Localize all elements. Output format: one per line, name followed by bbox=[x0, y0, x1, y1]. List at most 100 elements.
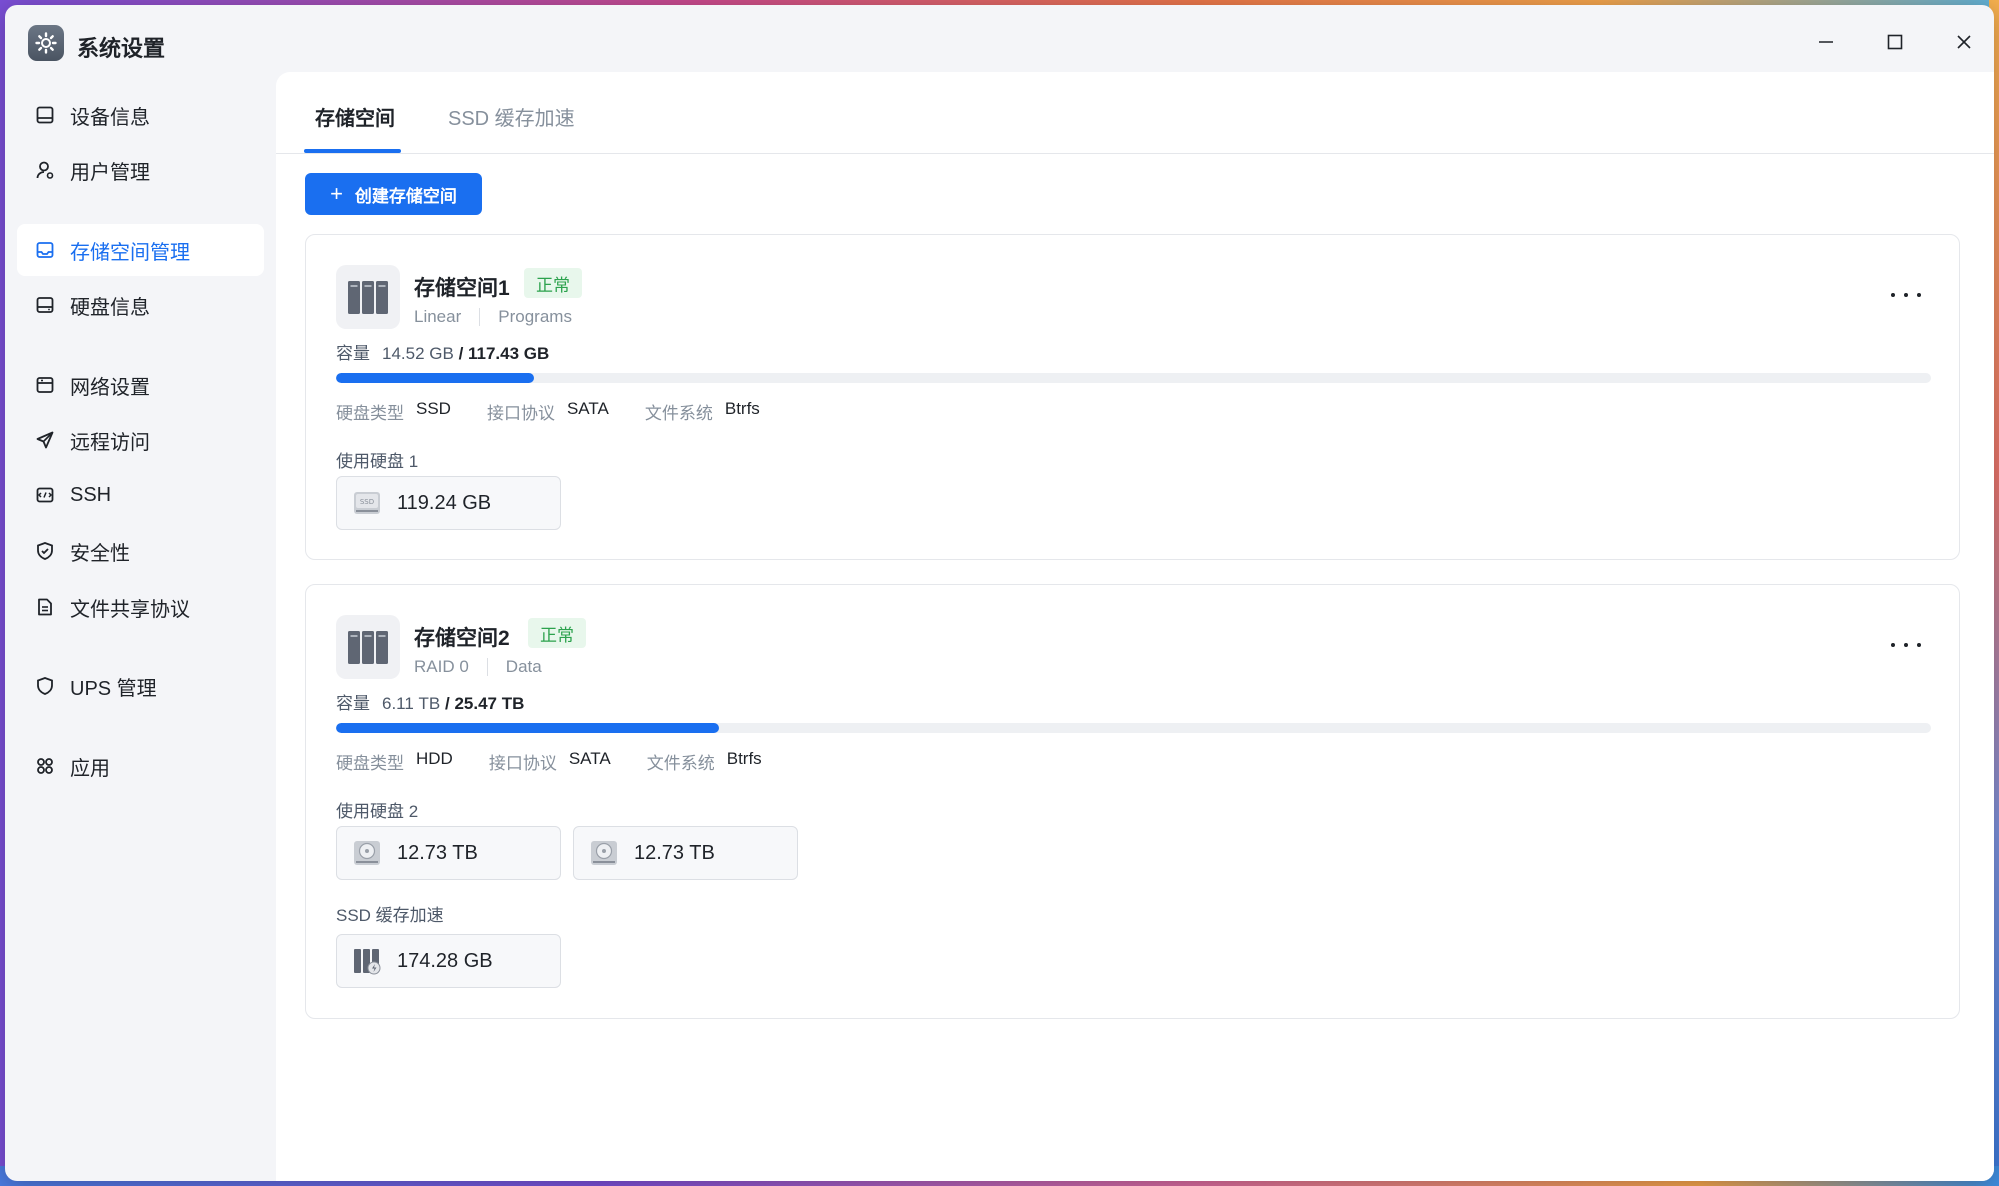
protocol-value: SATA bbox=[568, 749, 611, 768]
capacity-label: 容量 bbox=[336, 344, 370, 363]
create-storage-label: 创建存储空间 bbox=[354, 186, 457, 206]
ssd-cache-icon bbox=[351, 945, 383, 977]
storage-pool-card: 存储空间1 正常 Linear Programs 容量 14.52 GB / 11… bbox=[305, 234, 1960, 560]
status-badge: 正常 bbox=[524, 268, 582, 298]
sidebar-item-label: 应用 bbox=[70, 757, 110, 780]
filesystem-value: Btrfs bbox=[724, 399, 760, 418]
disk-size: 119.24 GB bbox=[397, 491, 492, 514]
more-options-button[interactable] bbox=[1891, 635, 1921, 655]
sidebar-item-apps[interactable]: 应用 bbox=[17, 740, 264, 792]
usage-bar bbox=[336, 373, 1931, 383]
cache-disk-chip[interactable]: 174.28 GB bbox=[336, 934, 561, 988]
volume-name: Data bbox=[505, 657, 542, 676]
disk-type-value: HDD bbox=[416, 749, 453, 768]
minimize-button[interactable] bbox=[1803, 19, 1849, 65]
raid-type: Linear bbox=[414, 307, 462, 326]
usage-bar bbox=[336, 723, 1931, 733]
usage-bar-fill bbox=[336, 373, 534, 383]
sidebar-item-label: SSH bbox=[70, 483, 112, 506]
storage-pool-icon bbox=[336, 615, 400, 679]
capacity-total: / 25.47 TB bbox=[445, 694, 525, 713]
tab-bar: 存储空间 SSD 缓存加速 bbox=[276, 72, 1994, 154]
sidebar-item-file-sharing[interactable]: 文件共享协议 bbox=[17, 581, 264, 633]
pool-properties: 硬盘类型 HDD 接口协议 SATA 文件系统 Btrfs bbox=[336, 749, 798, 774]
sidebar-item-security[interactable]: 安全性 bbox=[17, 525, 264, 577]
send-icon bbox=[34, 429, 56, 451]
sidebar-item-label: 远程访问 bbox=[70, 431, 150, 454]
filesystem-label: 文件系统 bbox=[646, 754, 715, 773]
terminal-icon bbox=[34, 484, 56, 506]
create-storage-button[interactable]: + 创建存储空间 bbox=[305, 173, 482, 215]
pool-name: 存储空间2 bbox=[414, 627, 510, 650]
sidebar-item-user-management[interactable]: 用户管理 bbox=[17, 144, 264, 196]
sidebar-item-label: 设备信息 bbox=[70, 106, 150, 129]
disk-type-label: 硬盘类型 bbox=[336, 754, 404, 773]
sidebar-item-ups-management[interactable]: UPS 管理 bbox=[17, 660, 264, 712]
hdd-icon bbox=[351, 837, 383, 869]
close-button[interactable] bbox=[1941, 19, 1987, 65]
user-icon bbox=[34, 159, 56, 181]
meta-divider bbox=[486, 658, 488, 676]
device-icon bbox=[34, 104, 56, 126]
storage-pool-icon bbox=[336, 265, 400, 329]
svg-text:SSD: SSD bbox=[360, 498, 374, 506]
sidebar: 设备信息 用户管理 存储空间管理 硬盘信息 网络设置 远程访问 SSH 安全性 bbox=[5, 77, 275, 1181]
more-dot bbox=[1904, 643, 1908, 647]
protocol-value: SATA bbox=[566, 399, 609, 418]
storage-icon bbox=[34, 239, 56, 261]
sidebar-item-label: 存储空间管理 bbox=[70, 241, 190, 264]
sidebar-item-label: 硬盘信息 bbox=[70, 296, 150, 319]
more-dot bbox=[1904, 293, 1908, 297]
sidebar-item-label: 用户管理 bbox=[70, 161, 150, 184]
raid-type: RAID 0 bbox=[414, 657, 469, 676]
pool-meta: RAID 0 Data bbox=[414, 657, 542, 677]
disk-type-label: 硬盘类型 bbox=[336, 404, 404, 423]
sidebar-item-label: UPS 管理 bbox=[70, 677, 157, 700]
tab-ssd-cache[interactable]: SSD 缓存加速 bbox=[448, 102, 575, 131]
capacity-line: 容量 14.52 GB / 117.43 GB bbox=[336, 339, 549, 364]
disk-chip[interactable]: SSD 119.24 GB bbox=[336, 476, 561, 530]
window-title: 系统设置 bbox=[77, 36, 166, 61]
status-badge: 正常 bbox=[528, 618, 586, 648]
shield-icon bbox=[34, 675, 56, 697]
apps-icon bbox=[34, 755, 56, 777]
capacity-label: 容量 bbox=[336, 694, 370, 713]
close-icon bbox=[1957, 35, 1971, 49]
sidebar-item-label: 网络设置 bbox=[70, 376, 150, 399]
sidebar-item-network-settings[interactable]: 网络设置 bbox=[17, 359, 264, 411]
settings-window: 系统设置 设备信息 用户管理 存储空间管理 硬盘信息 网络设置 远程访问 SSH… bbox=[5, 5, 1994, 1181]
minimize-icon bbox=[1819, 41, 1833, 43]
gear-icon bbox=[28, 25, 64, 61]
tab-storage-space[interactable]: 存储空间 bbox=[315, 102, 395, 131]
disk-type-value: SSD bbox=[416, 399, 451, 418]
sidebar-item-device-info[interactable]: 设备信息 bbox=[17, 89, 264, 141]
sidebar-item-ssh[interactable]: SSH bbox=[17, 469, 264, 521]
protocol-label: 接口协议 bbox=[488, 754, 557, 773]
volume-name: Programs bbox=[498, 307, 572, 326]
plus-icon: + bbox=[330, 181, 343, 206]
maximize-icon bbox=[1887, 34, 1903, 50]
active-tab-indicator bbox=[304, 149, 401, 153]
used-disks-label: 使用硬盘 1 bbox=[336, 452, 419, 471]
capacity-total: / 117.43 GB bbox=[458, 344, 550, 363]
more-options-button[interactable] bbox=[1891, 285, 1921, 305]
capacity-used: 14.52 GB bbox=[382, 344, 454, 363]
filesystem-label: 文件系统 bbox=[644, 404, 713, 423]
hdd-icon bbox=[588, 837, 620, 869]
network-icon bbox=[34, 374, 56, 396]
sidebar-item-label: 文件共享协议 bbox=[70, 598, 190, 621]
more-dot bbox=[1917, 643, 1921, 647]
sidebar-item-disk-info[interactable]: 硬盘信息 bbox=[17, 279, 264, 331]
disk-chip[interactable]: 12.73 TB bbox=[336, 826, 561, 880]
maximize-button[interactable] bbox=[1872, 19, 1918, 65]
sidebar-item-storage-management[interactable]: 存储空间管理 bbox=[17, 224, 264, 276]
usage-bar-fill bbox=[336, 723, 719, 733]
sidebar-item-label: 安全性 bbox=[70, 542, 130, 565]
meta-divider bbox=[479, 308, 481, 326]
disk-chip[interactable]: 12.73 TB bbox=[573, 826, 798, 880]
disk-icon bbox=[34, 294, 56, 316]
file-icon bbox=[34, 596, 56, 618]
more-dot bbox=[1891, 293, 1895, 297]
sidebar-item-remote-access[interactable]: 远程访问 bbox=[17, 414, 264, 466]
used-disks-label: 使用硬盘 2 bbox=[336, 802, 419, 821]
